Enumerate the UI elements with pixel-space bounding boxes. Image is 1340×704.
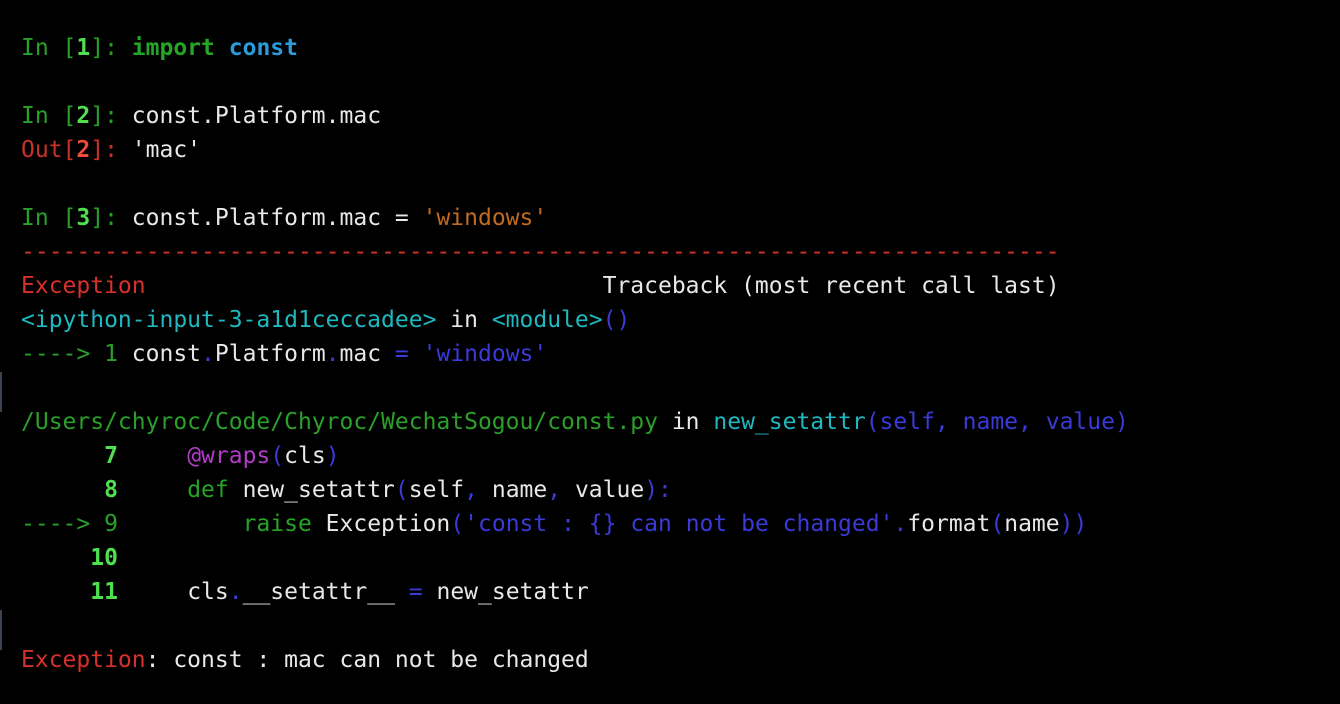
in-prompt-close: ]: [90, 103, 132, 129]
code-token: value [574, 477, 645, 503]
code-token: . [201, 341, 215, 367]
traceback-title: Traceback (most recent call last) [602, 273, 1060, 299]
source-line: ----> 9 raise Exception('const : {} can … [21, 507, 1340, 541]
code-token: . [228, 579, 243, 605]
code-token: new_setattr [436, 579, 589, 605]
string-literal: 'windows' [422, 341, 548, 367]
frame-in: in [436, 307, 492, 333]
code-token: name [491, 477, 548, 503]
code-token: Platform [214, 341, 326, 367]
traceback-header: Exception Traceback (most recent call la… [21, 269, 1340, 303]
source-line: 10 [21, 541, 1340, 575]
code-token: )) [1059, 511, 1088, 537]
input-line-3: In [3]: const.Platform.mac = 'windows' [21, 201, 1340, 235]
input-line-1: In [1]: import const [21, 31, 1340, 65]
code-token: = [394, 579, 437, 605]
code-token: ( [450, 511, 465, 537]
ipython-terminal[interactable]: In [1]: import const In [2]: const.Platf… [0, 0, 1340, 704]
code-token: format [907, 511, 991, 537]
frame-func: new_setattr [713, 409, 866, 435]
code-token: . [325, 341, 340, 367]
in-prompt-number: 3 [76, 205, 91, 231]
in-prompt-number: 1 [76, 35, 91, 61]
code-token: new_setattr [228, 477, 395, 503]
arrow-marker: ----> 1 [21, 341, 132, 367]
code-token: = [381, 341, 423, 367]
exception-colon: : [145, 647, 174, 673]
code-token: __setattr__ [242, 579, 395, 605]
in-prompt: In [ [21, 35, 77, 61]
code-token: self [408, 477, 465, 503]
code-token: Exception [311, 511, 451, 537]
out-prompt-close: ]: [90, 137, 132, 163]
frame-in: in [657, 409, 714, 435]
code-token: ) [325, 443, 340, 469]
code-token: def [187, 477, 229, 503]
frame-2-location: /Users/chyroc/Code/Chyroc/WechatSogou/co… [21, 405, 1340, 439]
out-prompt-number: 2 [76, 137, 91, 163]
source-line: 8 def new_setattr(self, name, value): [21, 473, 1340, 507]
scroll-marker [0, 610, 2, 650]
code-token: mac [339, 341, 382, 367]
line-number: 11 [21, 579, 118, 605]
exception-name: Exception [21, 273, 146, 299]
exception-message: const : mac can not be changed [173, 647, 589, 673]
source-line: 11 cls.__setattr__ = new_setattr [21, 575, 1340, 609]
code-token: ( [990, 511, 1005, 537]
code-token: ( [270, 443, 285, 469]
code-token: raise [242, 511, 312, 537]
in-prompt: In [ [21, 205, 77, 231]
string-literal: 'windows' [422, 205, 548, 231]
frame-1-location: <ipython-input-3-a1d1ceccadee> in <modul… [21, 303, 1340, 337]
final-exception: Exception: const : mac can not be change… [21, 643, 1340, 677]
line-number: 7 [21, 443, 118, 469]
input-code: const.Platform.mac [131, 103, 382, 129]
in-prompt: In [ [21, 103, 77, 129]
code-token: name [1004, 511, 1060, 537]
source-line: 7 @wraps(cls) [21, 439, 1340, 473]
input-code: const.Platform.mac = [131, 205, 423, 231]
frame-file: <ipython-input-3-a1d1ceccadee> [21, 307, 437, 333]
code-token: , [547, 477, 575, 503]
scroll-marker [0, 372, 2, 412]
module-name: const [228, 35, 298, 61]
code-token: 'const : {} can not be changed' [464, 511, 894, 537]
code-token: . [893, 511, 908, 537]
output-line-2: Out[2]: 'mac' [21, 133, 1340, 167]
input-line-2: In [2]: const.Platform.mac [21, 99, 1340, 133]
output-value: 'mac' [131, 137, 202, 163]
frame-func: <module> [491, 307, 603, 333]
code-token: const [131, 341, 202, 367]
import-keyword: import [131, 35, 215, 61]
frame-file: /Users/chyroc/Code/Chyroc/WechatSogou/co… [21, 409, 658, 435]
code-token: cls [284, 443, 326, 469]
exception-name: Exception [21, 647, 146, 673]
arrow-marker: ----> 9 [21, 511, 118, 537]
in-prompt-close: ]: [90, 35, 132, 61]
frame-1-code: ----> 1 const.Platform.mac = 'windows' [21, 337, 1340, 371]
code-token: cls [187, 579, 229, 605]
line-number: 10 [21, 545, 118, 571]
frame-args: (self, name, value) [865, 409, 1129, 435]
line-number: 8 [21, 477, 118, 503]
code-token: ( [394, 477, 409, 503]
in-prompt-number: 2 [76, 103, 91, 129]
code-token: ): [644, 477, 672, 503]
code-token: @wraps [187, 443, 271, 469]
frame-parens: () [602, 307, 631, 333]
frame-2-source: 7 @wraps(cls) 8 def new_setattr(self, na… [21, 439, 1340, 609]
out-prompt: Out[ [21, 137, 77, 163]
traceback-separator: ----------------------------------------… [21, 239, 1060, 265]
in-prompt-close: ]: [90, 205, 132, 231]
code-token: , [464, 477, 492, 503]
